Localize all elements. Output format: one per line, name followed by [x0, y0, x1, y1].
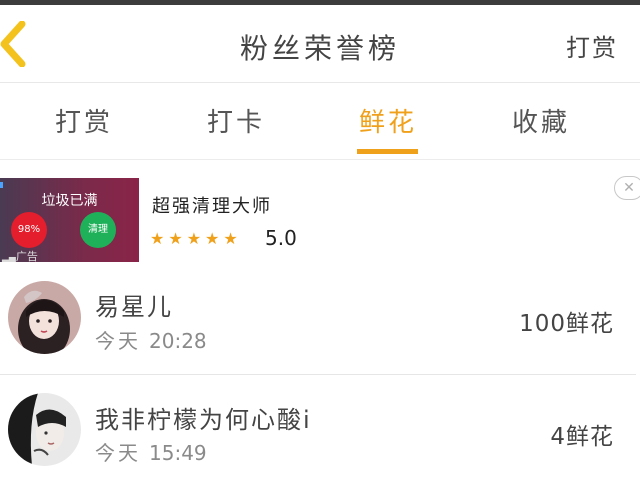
star-icon: ★ — [223, 229, 242, 248]
tab-reward[interactable]: 打赏 — [29, 102, 139, 139]
rating-value: 5.0 — [265, 226, 297, 250]
fan-name: 我非柠檬为何心酸i — [95, 406, 312, 434]
tab-flowers[interactable]: 鲜花 — [333, 102, 443, 139]
signal-icon: ▂▄ — [2, 253, 16, 262]
ad-marker — [0, 182, 3, 188]
reward-button[interactable]: 打赏 — [566, 28, 618, 63]
fan-time: 今天 20:28 — [95, 325, 207, 354]
ad-thumbnail[interactable]: 垃圾已满 98% 清理 ▂▄广告 — [0, 178, 139, 262]
ad-app-name[interactable]: 超强清理大师 — [152, 192, 272, 218]
star-icon: ★ — [186, 229, 206, 248]
ad-thumb-title: 垃圾已满 — [41, 193, 98, 209]
fan-time-day: 今天 — [95, 441, 141, 465]
avatar[interactable] — [8, 393, 81, 466]
list-item[interactable]: 易星儿 今天 20:28 100鲜花 — [0, 264, 640, 374]
ad-banner[interactable]: 垃圾已满 98% 清理 ▂▄广告 超强清理大师 ★★★★★ 5.0 ✕ — [0, 176, 640, 264]
active-tab-indicator — [357, 149, 418, 154]
avatar-image — [8, 281, 81, 354]
star-rating: ★★★★★ — [150, 229, 242, 248]
tab-favorites[interactable]: 收藏 — [486, 102, 596, 139]
fan-time-clock: 15:49 — [149, 441, 207, 465]
avatar[interactable] — [8, 281, 81, 354]
star-icon: ★ — [205, 229, 224, 248]
page-title: 粉丝荣誉榜 — [239, 32, 400, 65]
header: 粉丝荣誉榜 打赏 — [0, 5, 640, 83]
ad-clean-badge: 清理 — [80, 212, 116, 248]
ad-label-text: 广告 — [15, 250, 38, 262]
ad-percent-badge: 98% — [11, 212, 47, 248]
tab-bar: 打赏 打卡 鲜花 收藏 — [0, 83, 640, 160]
close-ad-button[interactable]: ✕ — [614, 176, 640, 200]
ad-label: ▂▄广告 — [2, 248, 38, 262]
avatar-image — [8, 393, 81, 466]
fan-time: 今天 15:49 — [95, 437, 207, 466]
list-item[interactable]: 我非柠檬为何心酸i 今天 15:49 4鲜花 — [0, 375, 640, 485]
close-icon: ✕ — [623, 180, 635, 196]
tab-checkin[interactable]: 打卡 — [181, 102, 291, 139]
fan-name: 易星儿 — [95, 293, 173, 321]
fan-time-day: 今天 — [95, 329, 141, 353]
star-icon: ★ — [168, 229, 187, 248]
flower-count: 4鲜花 — [550, 424, 614, 450]
star-icon: ★ — [150, 229, 169, 248]
fan-time-clock: 20:28 — [149, 329, 207, 353]
flower-count: 100鲜花 — [519, 311, 614, 337]
